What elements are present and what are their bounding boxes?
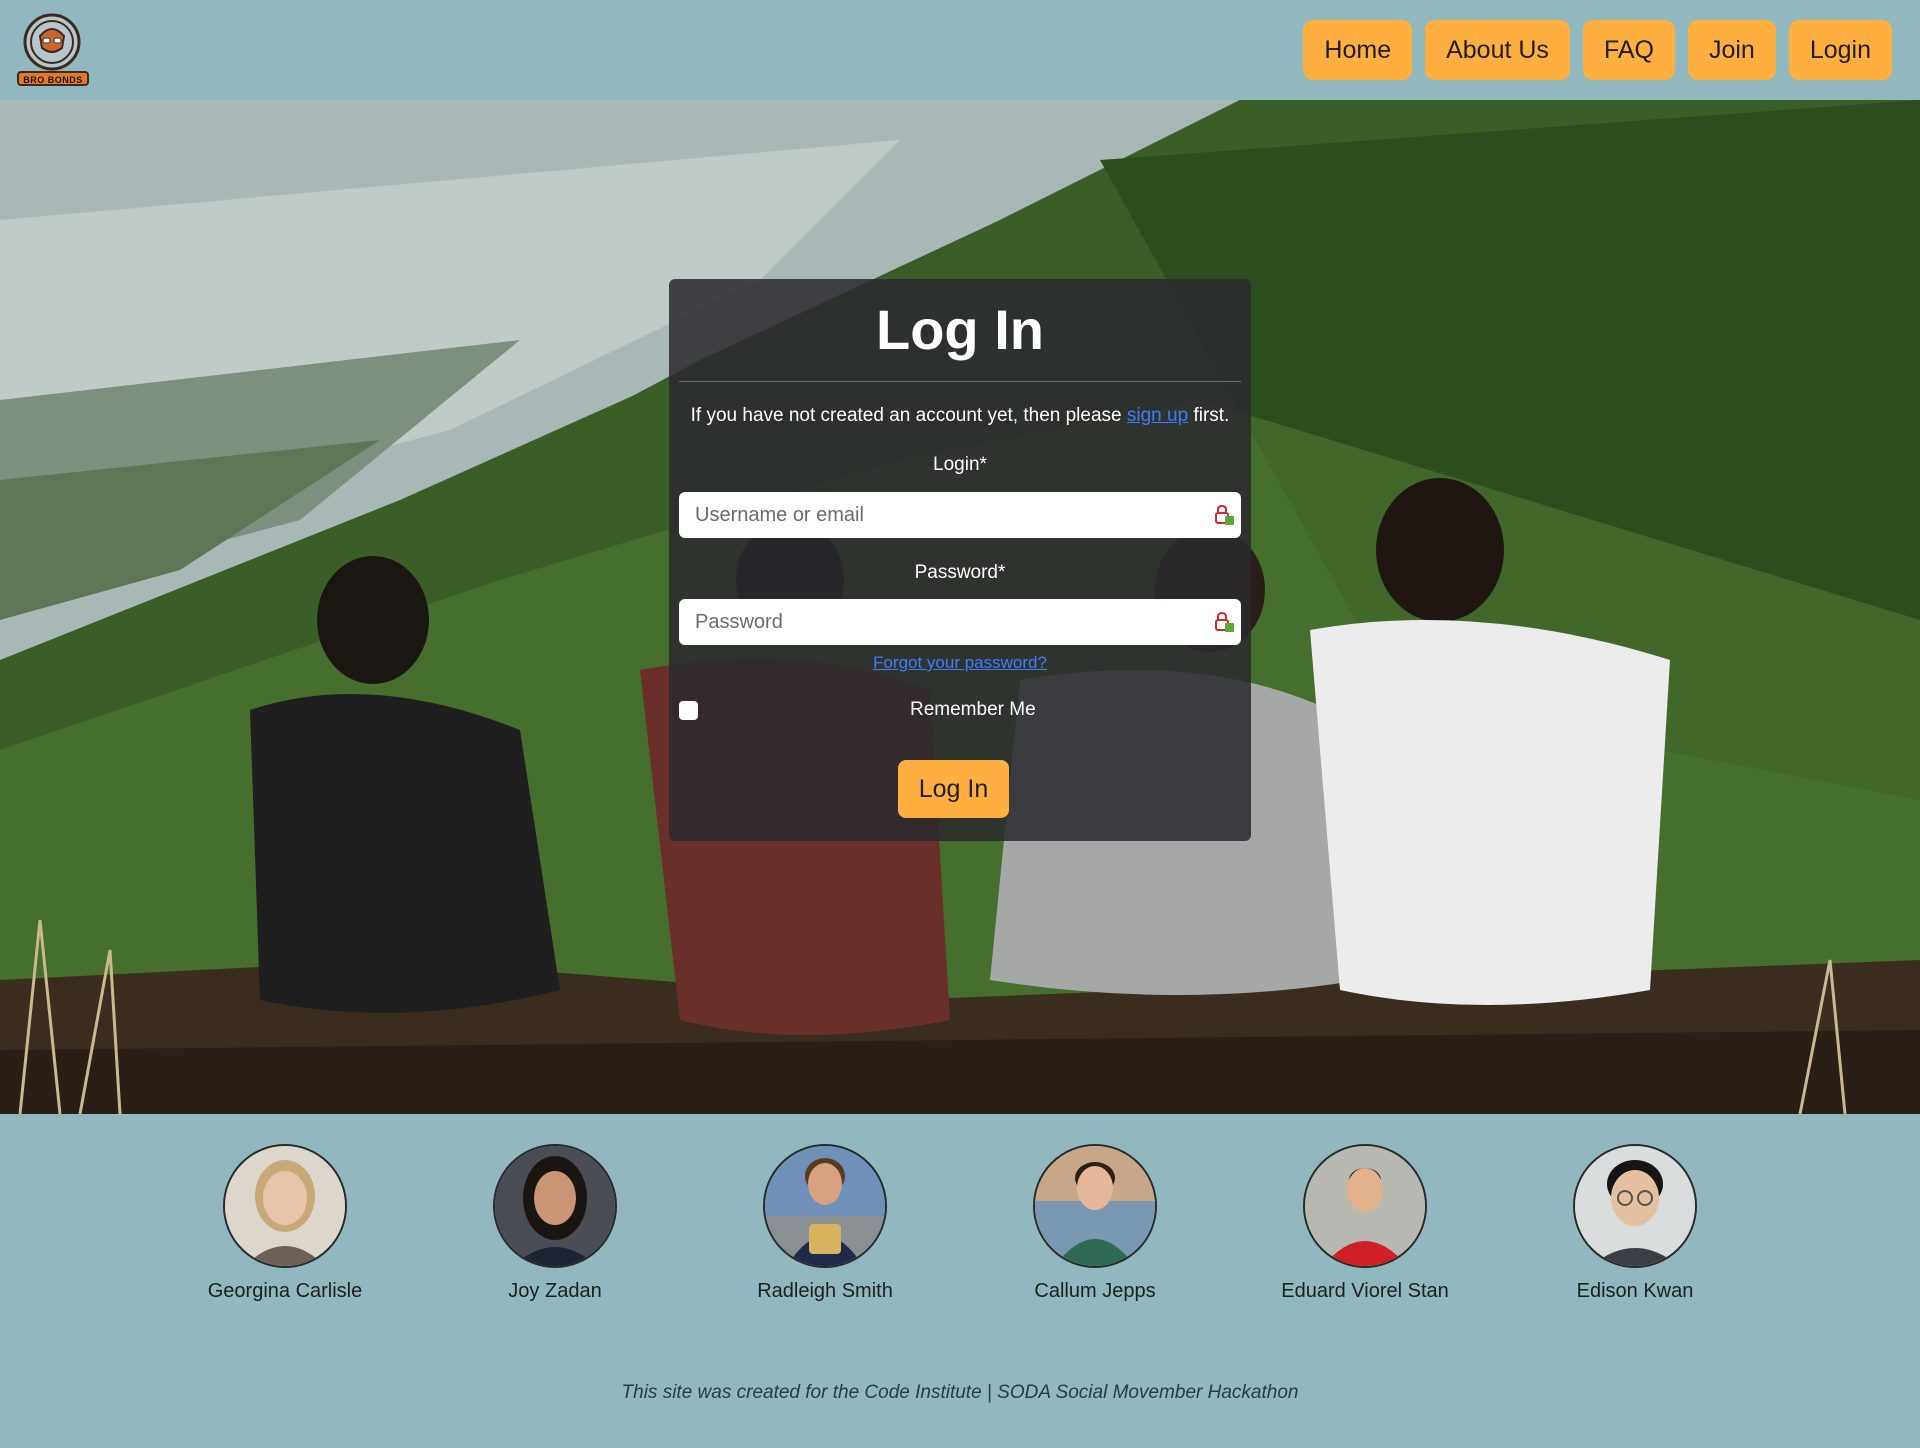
login-field[interactable]: Username or email — [679, 492, 1241, 538]
nav-join-button[interactable]: Join — [1687, 20, 1776, 80]
signup-prompt: If you have not created an account yet, … — [669, 405, 1251, 427]
avatar — [223, 1144, 347, 1268]
avatar — [1033, 1144, 1157, 1268]
nav-faq-button[interactable]: FAQ — [1582, 20, 1675, 80]
member-name: Eduard Viorel Stan — [1281, 1280, 1449, 1302]
avatar — [1573, 1144, 1697, 1268]
member-photo-icon — [1575, 1146, 1695, 1266]
team-member: Georgina Carlisle — [155, 1144, 415, 1303]
team-member: Eduard Viorel Stan — [1235, 1144, 1495, 1303]
footer-credit: This site was created for the Code Insti… — [621, 1382, 1299, 1403]
nav-about-button[interactable]: About Us — [1425, 20, 1570, 80]
remember-me-label: Remember Me — [910, 699, 1036, 720]
password-field-placeholder: Password — [695, 610, 783, 633]
signup-prompt-tail: first. — [1188, 405, 1230, 426]
logo-text: BRO BONDS — [23, 75, 83, 85]
team-section: Georgina Carlisle Joy Zadan Radleigh Smi… — [0, 1144, 1920, 1324]
signup-link[interactable]: sign up — [1127, 405, 1188, 426]
avatar — [493, 1144, 617, 1268]
forgot-password-link[interactable]: Forgot your password? — [669, 653, 1251, 673]
member-name: Joy Zadan — [508, 1280, 602, 1302]
navbar: BRO BONDS Home About Us FAQ Join Login — [0, 0, 1920, 100]
login-submit-button[interactable]: Log In — [898, 760, 1009, 818]
avatar — [1303, 1144, 1427, 1268]
login-field-placeholder: Username or email — [695, 503, 864, 526]
team-member: Radleigh Smith — [695, 1144, 955, 1303]
team-member: Joy Zadan — [425, 1144, 685, 1303]
main-nav: Home About Us FAQ Join Login — [1303, 20, 1892, 80]
login-label: Login* — [933, 454, 987, 475]
remember-me-checkbox[interactable] — [679, 701, 698, 720]
team-member: Edison Kwan — [1505, 1144, 1765, 1303]
member-name: Edison Kwan — [1576, 1280, 1694, 1302]
brand-logo[interactable]: BRO BONDS — [16, 8, 92, 88]
signup-prompt-text: If you have not created an account yet, … — [690, 405, 1127, 426]
login-card: Log In If you have not created an accoun… — [669, 279, 1251, 841]
member-photo-icon — [765, 1146, 885, 1266]
member-photo-icon — [495, 1146, 615, 1266]
hero-background: Log In If you have not created an accoun… — [0, 100, 1920, 1114]
member-photo-icon — [1305, 1146, 1425, 1266]
nav-login-button[interactable]: Login — [1788, 20, 1892, 80]
avatar — [763, 1144, 887, 1268]
password-manager-icon[interactable] — [1213, 611, 1235, 633]
member-photo-icon — [1035, 1146, 1155, 1266]
password-field[interactable]: Password — [679, 599, 1241, 645]
member-name: Radleigh Smith — [757, 1280, 893, 1302]
password-manager-icon[interactable] — [1213, 504, 1235, 526]
nav-home-button[interactable]: Home — [1303, 20, 1413, 80]
password-label: Password* — [914, 562, 1006, 583]
member-photo-icon — [225, 1146, 345, 1266]
member-name: Callum Jepps — [1034, 1280, 1156, 1302]
member-name: Georgina Carlisle — [207, 1280, 363, 1302]
title-divider — [679, 381, 1241, 382]
login-title: Log In — [876, 298, 1044, 361]
team-member: Callum Jepps — [965, 1144, 1225, 1303]
